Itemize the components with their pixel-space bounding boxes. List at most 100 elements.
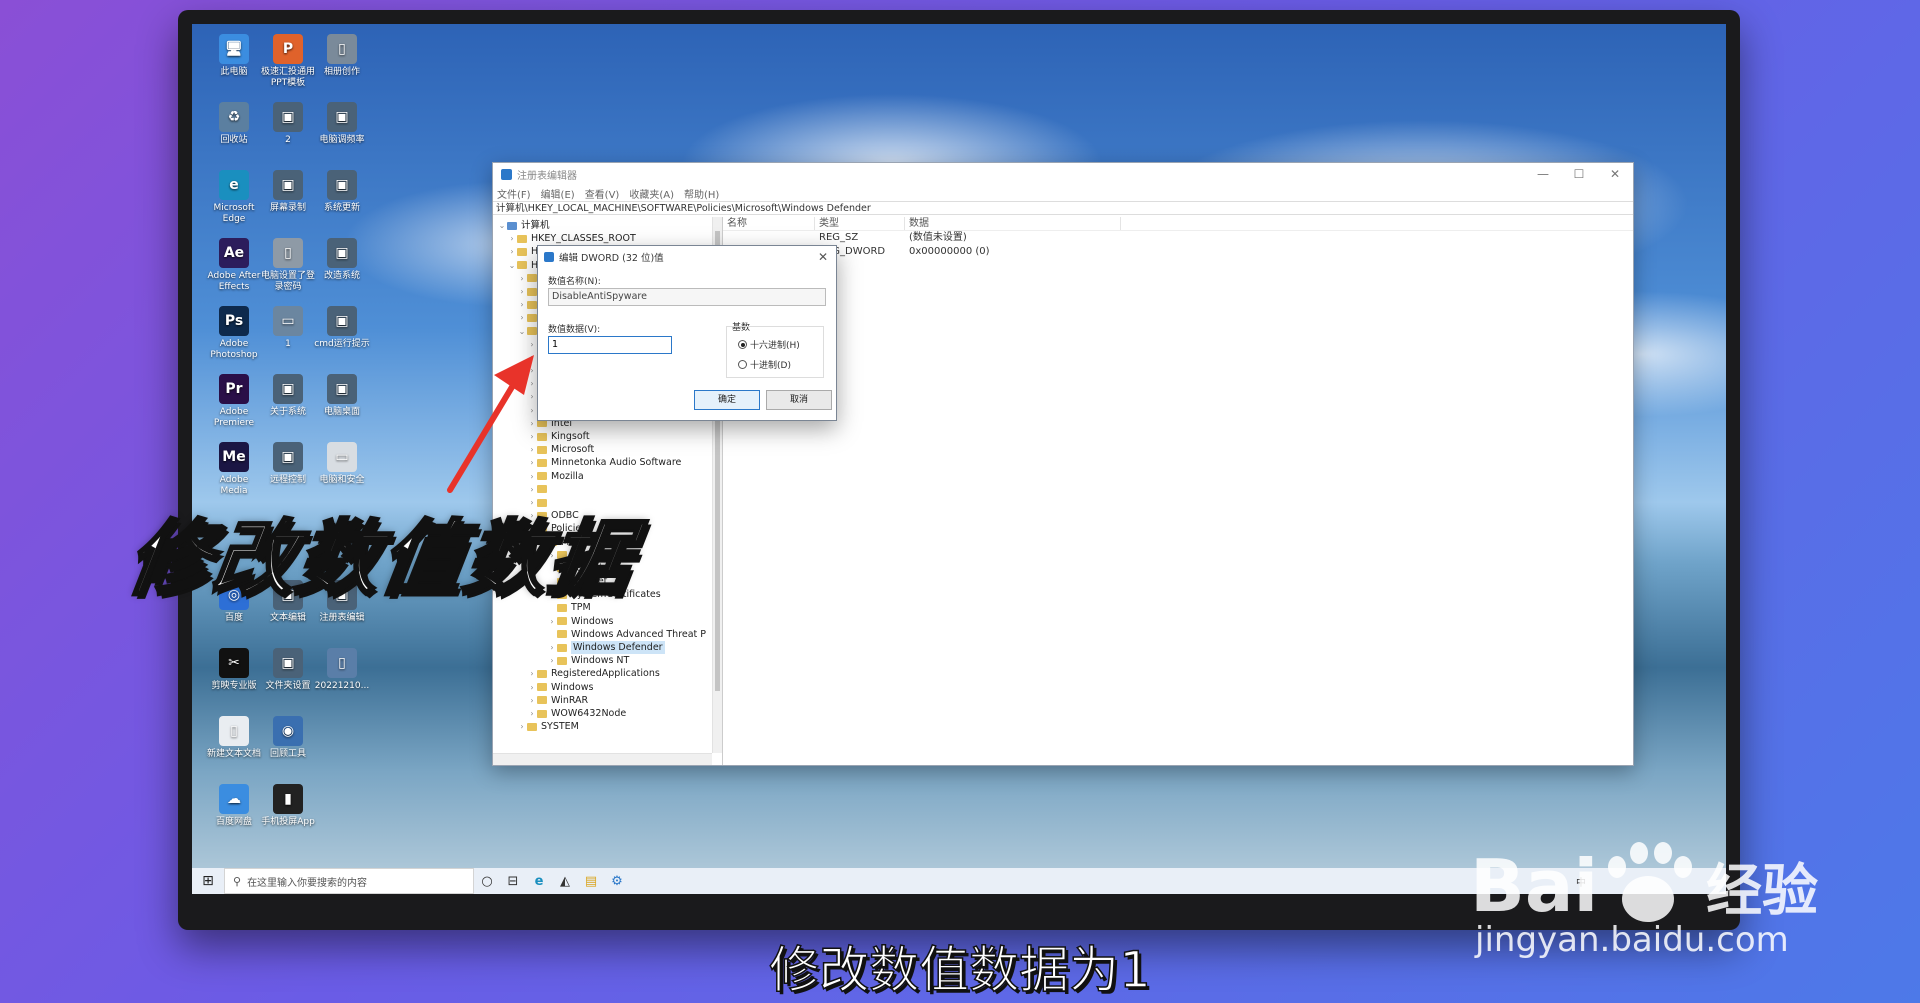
desktop-icon[interactable]: Me Adobe Media [206,442,262,497]
desktop-icon[interactable]: e Microsoft Edge [206,170,262,225]
tree-item[interactable]: ⌄ 计算机 [493,219,722,232]
column-name[interactable]: 名称 [723,217,815,230]
desktop-icon[interactable]: ▣ 2 [260,102,316,146]
menu-help[interactable]: 帮助(H) [684,186,719,201]
tree-item[interactable]: › SYSTEM [493,720,722,733]
hex-radio[interactable]: 十六进制(H) [738,338,800,351]
regedit-titlebar[interactable]: 注册表编辑器 — ☐ ✕ [493,163,1633,185]
watermark-brand-left: Bai [1470,844,1599,928]
tree-item[interactable]: › Windows [493,681,722,694]
desktop-icon[interactable]: ✂ 剪映专业版 [206,648,262,692]
dialog-titlebar[interactable]: 编辑 DWORD (32 位)值 ✕ [538,246,836,268]
menu-view[interactable]: 查看(V) [585,186,620,201]
regedit-taskbar-icon[interactable]: ⚙ [604,874,630,889]
desktop-icon[interactable]: ◉ 回顾工具 [260,716,316,760]
desktop-icon-glyph: ▣ [273,170,303,200]
address-bar[interactable]: 计算机\HKEY_LOCAL_MACHINE\SOFTWARE\Policies… [493,201,1633,215]
desktop-icon[interactable]: ▯ 新建文本文档 [206,716,262,760]
desktop-icon[interactable]: ▣ 系统更新 [314,170,370,214]
tree-expand-icon[interactable]: › [547,641,557,654]
tree-item[interactable]: › Windows Defender [493,641,722,655]
tree-item[interactable]: › Windows [493,615,722,628]
value-row[interactable]: REG_DWORD 0x00000000 (0) [723,245,1633,259]
desktop-icon[interactable]: ▣ 远程控制 [260,442,316,486]
tree-expand-icon[interactable]: › [547,654,557,667]
edge-icon[interactable]: e [526,874,552,889]
tree-item[interactable]: › Windows NT [493,654,722,667]
tree-expand-icon[interactable]: › [517,311,527,324]
search-icon: ⚲ [233,874,242,888]
file-explorer-icon[interactable]: ▤ [578,874,604,889]
taskbar-search[interactable]: ⚲ 在这里输入你要搜索的内容 [224,868,474,894]
desktop-icon[interactable]: ▣ 电脑调频率 [314,102,370,146]
minimize-button[interactable]: — [1525,167,1561,181]
baidu-watermark: Bai 经验 [1470,842,1818,930]
maximize-button[interactable]: ☐ [1561,167,1597,181]
cancel-button[interactable]: 取消 [766,390,832,410]
menu-edit[interactable]: 编辑(E) [541,186,575,201]
tree-expand-icon[interactable]: › [527,707,537,720]
column-data[interactable]: 数据 [905,217,1121,230]
tree-expand-icon[interactable]: › [547,615,557,628]
tree-expand-icon[interactable]: › [527,694,537,707]
desktop-icon[interactable]: ▣ cmd运行提示 [314,306,370,350]
tree-expand-icon[interactable]: › [527,667,537,680]
folder-icon [537,669,547,678]
dec-radio-dot[interactable] [738,360,747,369]
value-name-field[interactable]: DisableAntiSpyware [548,288,826,306]
dec-radio-label: 十进制(D) [750,361,791,371]
menu-file[interactable]: 文件(F) [497,186,531,201]
tree-expand-icon[interactable]: ⌄ [517,325,527,338]
desktop-icon[interactable]: Ps Adobe Photoshop [206,306,262,361]
menu-favorites[interactable]: 收藏夹(A) [629,186,674,201]
desktop-icon[interactable]: ♻ 回收站 [206,102,262,146]
tree-expand-icon[interactable]: › [517,298,527,311]
overlay-title: 修改数值数据 [121,511,641,609]
desktop-icon[interactable]: ▣ 电脑桌面 [314,374,370,418]
desktop-icon[interactable]: Pr Adobe Premiere [206,374,262,429]
tree-expand-icon[interactable]: › [517,285,527,298]
regedit-title: 注册表编辑器 [517,170,577,182]
desktop-icon[interactable]: ▭ 电脑和安全 [314,442,370,486]
desktop-icon[interactable]: Ae Adobe After Effects [206,238,262,293]
close-button[interactable]: ✕ [1597,167,1633,181]
tree-item[interactable]: › HKEY_CLASSES_ROOT [493,232,722,245]
cortana-icon[interactable]: ○ [474,874,500,889]
tree-horizontal-scrollbar[interactable] [493,753,712,765]
tree-item[interactable]: › WinRAR [493,694,722,707]
hex-radio-dot[interactable] [738,340,747,349]
tree-expand-icon[interactable]: ⌄ [497,219,507,232]
desktop-icon[interactable]: 🖥 此电脑 [206,34,262,78]
tree-expand-icon[interactable]: › [517,272,527,285]
dialog-close-button[interactable]: ✕ [810,250,836,264]
desktop-icon[interactable]: ▯ 相册创作 [314,34,370,78]
desktop-icon[interactable]: ▭ 1 [260,306,316,350]
value-row[interactable]: REG_SZ (数值未设置) [723,231,1633,245]
value-type: REG_SZ [819,232,859,243]
desktop-icon[interactable]: ☁ 百度网盘 [206,784,262,828]
tree-item[interactable]: › RegisteredApplications [493,667,722,680]
desktop-icon[interactable]: ▣ 关于系统 [260,374,316,418]
tree-expand-icon[interactable]: › [527,681,537,694]
desktop-icon[interactable]: ▮ 手机投屏App [260,784,316,828]
desktop-icon[interactable]: ▣ 屏幕录制 [260,170,316,214]
dec-radio[interactable]: 十进制(D) [738,358,791,371]
desktop-icon[interactable]: P 极速汇投通用PPT模板 [260,34,316,89]
app-icon[interactable]: ◭ [552,874,578,889]
ok-button[interactable]: 确定 [694,390,760,410]
desktop-icon[interactable]: ▯ 电脑设置了登录密码 [260,238,316,293]
tree-expand-icon[interactable]: ⌄ [507,259,517,272]
desktop-icon[interactable]: ▣ 改造系统 [314,238,370,282]
tree-expand-icon[interactable]: › [507,232,517,245]
tree-expand-icon[interactable]: › [517,720,527,733]
tree-item[interactable]: Windows Advanced Threat P [493,628,722,641]
column-type[interactable]: 类型 [815,217,905,230]
tree-expand-icon[interactable]: › [507,245,517,258]
value-data-input[interactable]: 1 [548,336,672,354]
tree-expand-icon[interactable]: › [527,338,537,351]
desktop-icon[interactable]: ▯ 20221210... [314,648,370,692]
tree-item[interactable]: › WOW6432Node [493,707,722,720]
start-button[interactable]: ⊞ [192,873,224,889]
task-view-icon[interactable]: ⊟ [500,874,526,889]
desktop-icon[interactable]: ▣ 文件夹设置 [260,648,316,692]
